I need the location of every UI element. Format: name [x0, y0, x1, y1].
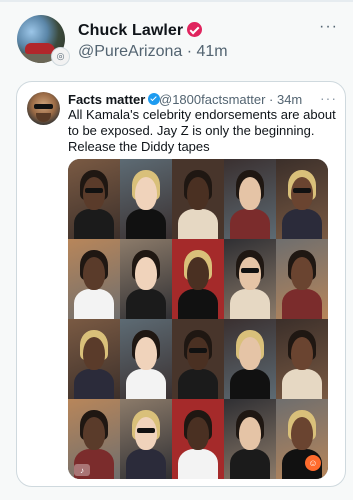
collage-portrait-tile — [224, 399, 277, 479]
portrait-clothing — [178, 368, 218, 400]
portrait-clothing — [230, 208, 270, 240]
portrait-face — [291, 416, 313, 451]
portrait-face — [135, 416, 157, 451]
portrait-face — [187, 416, 209, 451]
collage-portrait-tile — [172, 159, 225, 240]
collage-portrait-tile — [120, 319, 173, 400]
more-options-icon[interactable]: ··· — [319, 18, 338, 36]
portrait-face — [239, 416, 261, 451]
collage-portrait-tile — [172, 319, 225, 400]
quoted-author-name[interactable]: Facts matter — [68, 92, 145, 107]
portrait-face — [135, 336, 157, 371]
quoted-text-line: Release the Diddy tapes — [68, 139, 210, 154]
avatar-badge-icon: ◎ — [51, 47, 70, 66]
portrait-clothing — [230, 368, 270, 400]
author-handle-time[interactable]: @PureArizona · 41m — [78, 43, 228, 61]
photo-collage-image[interactable]: ♪ ☺ — [68, 159, 328, 479]
portrait-clothing — [230, 288, 270, 320]
portrait-face — [83, 416, 105, 451]
author-name-row[interactable]: Chuck Lawler — [78, 22, 203, 40]
portrait-clothing — [282, 368, 322, 400]
portrait-clothing — [126, 208, 166, 240]
portrait-clothing — [178, 448, 218, 479]
portrait-face — [187, 336, 209, 371]
collage-portrait-tile — [276, 399, 328, 479]
portrait-sunglasses — [189, 347, 207, 353]
verified-badge-icon — [187, 22, 203, 37]
portrait-sunglasses — [137, 427, 155, 433]
portrait-clothing — [282, 288, 322, 320]
portrait-face — [291, 176, 313, 211]
portrait-clothing — [178, 208, 218, 240]
quoted-author-avatar[interactable] — [27, 92, 60, 125]
collage-portrait-tile — [120, 239, 173, 320]
collage-portrait-tile — [276, 319, 328, 400]
portrait-face — [135, 256, 157, 291]
portrait-sunglasses — [241, 267, 259, 273]
collage-portrait-tile — [172, 399, 225, 479]
portrait-face — [239, 336, 261, 371]
portrait-clothing — [126, 368, 166, 400]
portrait-face — [239, 256, 261, 291]
portrait-clothing — [74, 368, 114, 400]
portrait-sunglasses — [293, 187, 311, 193]
quoted-author-name-row[interactable]: Facts matter — [68, 92, 161, 107]
author-name[interactable]: Chuck Lawler — [78, 22, 183, 39]
collage-portrait-tile — [68, 319, 121, 400]
collage-portrait-tile — [224, 239, 277, 320]
portrait-clothing — [230, 448, 270, 479]
collage-portrait-tile — [224, 159, 277, 240]
emoji-sticker-icon: ☺ — [305, 455, 321, 471]
quoted-post-card[interactable]: Facts matter @1800factsmatter · 34m ··· … — [16, 81, 346, 487]
tiktok-icon: ♪ — [74, 464, 90, 476]
collage-portrait-tile — [224, 319, 277, 400]
portrait-clothing — [178, 288, 218, 320]
avatar-beard — [36, 113, 51, 122]
portrait-clothing — [282, 208, 322, 240]
top-divider — [0, 0, 353, 2]
portrait-sunglasses — [85, 187, 103, 193]
collage-portrait-tile — [68, 159, 121, 240]
collage-portrait-tile — [68, 239, 121, 320]
quoted-text-line: to be exposed. Jay Z is only the beginni… — [68, 123, 315, 138]
portrait-face — [291, 256, 313, 291]
collage-portrait-tile — [276, 159, 328, 240]
portrait-face — [83, 256, 105, 291]
portrait-face — [135, 176, 157, 211]
quoted-text-line: All Kamala's celebrity endorsements are … — [68, 107, 336, 122]
portrait-clothing — [74, 208, 114, 240]
portrait-clothing — [126, 448, 166, 479]
portrait-clothing — [74, 288, 114, 320]
avatar-sunglasses — [34, 104, 53, 109]
portrait-face — [187, 176, 209, 211]
collage-portrait-tile — [172, 239, 225, 320]
quoted-post-text: All Kamala's celebrity endorsements are … — [68, 107, 338, 155]
portrait-face — [187, 256, 209, 291]
portrait-face — [83, 176, 105, 211]
portrait-face — [83, 336, 105, 371]
quoted-author-meta[interactable]: @1800factsmatter · 34m — [159, 92, 302, 107]
portrait-face — [291, 336, 313, 371]
portrait-face — [239, 176, 261, 211]
collage-portrait-tile — [120, 399, 173, 479]
collage-portrait-tile — [276, 239, 328, 320]
portrait-clothing — [126, 288, 166, 320]
avatar-car — [25, 43, 55, 54]
collage-portrait-tile — [120, 159, 173, 240]
quoted-more-options-icon[interactable]: ··· — [320, 90, 337, 106]
